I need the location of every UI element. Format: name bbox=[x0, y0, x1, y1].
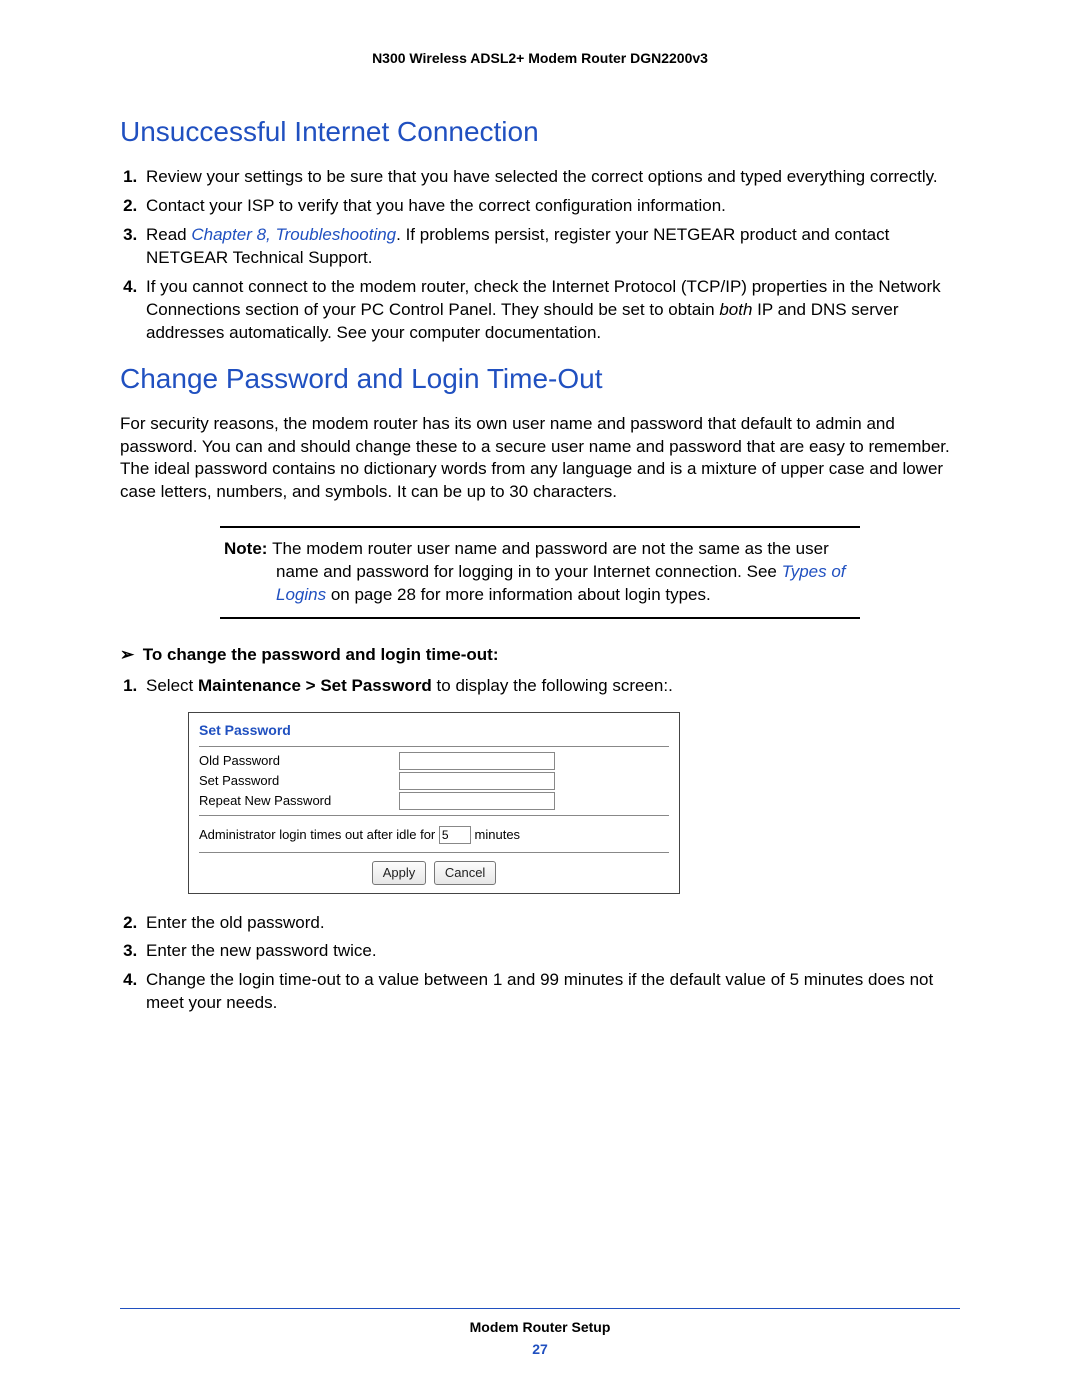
cancel-button[interactable]: Cancel bbox=[434, 861, 496, 885]
procedure-title: To change the password and login time-ou… bbox=[143, 645, 499, 664]
list-item: Select Maintenance > Set Password to dis… bbox=[142, 675, 960, 893]
list-item: Contact your ISP to verify that you have… bbox=[142, 195, 960, 218]
note-block: Note: The modem router user name and pas… bbox=[220, 526, 860, 619]
idle-timeout-label-pre: Administrator login times out after idle… bbox=[199, 827, 435, 842]
procedure-steps-list: Select Maintenance > Set Password to dis… bbox=[142, 675, 960, 1015]
list-item: Review your settings to be sure that you… bbox=[142, 166, 960, 189]
divider bbox=[199, 852, 669, 853]
heading-change-password: Change Password and Login Time-Out bbox=[120, 363, 960, 395]
link-chapter8[interactable]: Chapter 8, Troubleshooting bbox=[191, 225, 396, 244]
intro-paragraph: For security reasons, the modem router h… bbox=[120, 413, 960, 505]
text: Read bbox=[146, 225, 191, 244]
list-item: Read Chapter 8, Troubleshooting. If prob… bbox=[142, 224, 960, 270]
list-item: Enter the old password. bbox=[142, 912, 960, 935]
old-password-label: Old Password bbox=[199, 752, 399, 770]
divider bbox=[199, 815, 669, 816]
set-password-label: Set Password bbox=[199, 772, 399, 790]
note-text: on page 28 for more information about lo… bbox=[326, 585, 711, 604]
list-item: If you cannot connect to the modem route… bbox=[142, 276, 960, 345]
text-emphasis: both bbox=[719, 300, 752, 319]
idle-timeout-label-post: minutes bbox=[475, 827, 521, 842]
menu-path: Maintenance > Set Password bbox=[198, 676, 432, 695]
footer-section-title: Modem Router Setup bbox=[120, 1319, 960, 1335]
note-label: Note: bbox=[224, 539, 272, 558]
text: to display the following screen:. bbox=[432, 676, 673, 695]
text: Select bbox=[146, 676, 198, 695]
document-header: N300 Wireless ADSL2+ Modem Router DGN220… bbox=[120, 50, 960, 66]
note-text: The modem router user name and password … bbox=[272, 539, 829, 581]
divider bbox=[199, 746, 669, 747]
page-footer: Modem Router Setup 27 bbox=[120, 1308, 960, 1357]
arrow-icon: ➢ bbox=[120, 645, 138, 665]
repeat-password-input[interactable] bbox=[399, 792, 555, 810]
heading-unsuccessful-connection: Unsuccessful Internet Connection bbox=[120, 116, 960, 148]
idle-timeout-input[interactable] bbox=[439, 826, 471, 844]
set-password-panel: Set Password Old Password Set Password R… bbox=[188, 712, 680, 893]
apply-button[interactable]: Apply bbox=[372, 861, 427, 885]
old-password-input[interactable] bbox=[399, 752, 555, 770]
procedure-heading: ➢ To change the password and login time-… bbox=[120, 645, 960, 665]
divider bbox=[120, 1308, 960, 1309]
set-password-input[interactable] bbox=[399, 772, 555, 790]
page-number: 27 bbox=[120, 1341, 960, 1357]
divider bbox=[220, 617, 860, 619]
repeat-password-label: Repeat New Password bbox=[199, 792, 399, 810]
list-item: Enter the new password twice. bbox=[142, 940, 960, 963]
list-item: Change the login time-out to a value bet… bbox=[142, 969, 960, 1015]
panel-title: Set Password bbox=[189, 713, 679, 742]
unsuccessful-steps-list: Review your settings to be sure that you… bbox=[142, 166, 960, 345]
